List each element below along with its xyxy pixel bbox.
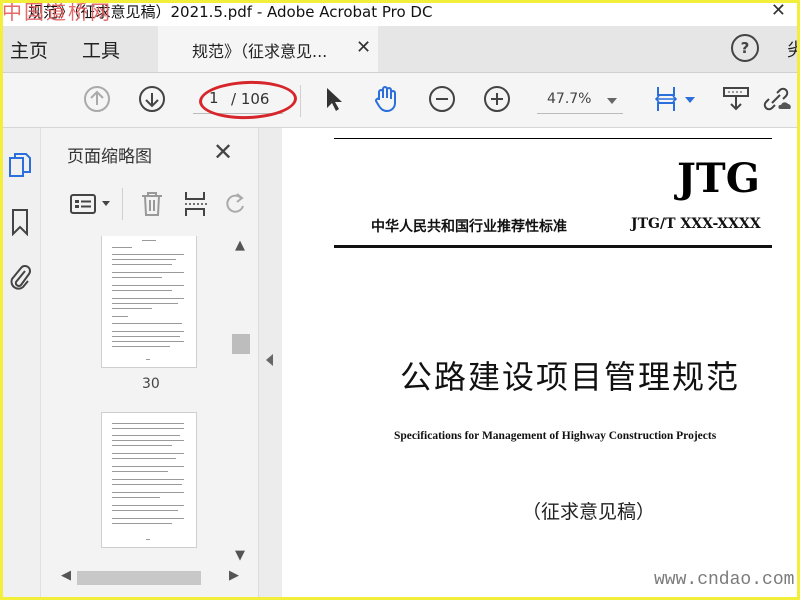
standard-line: 中华人民共和国行业推荐性标准 xyxy=(371,219,567,235)
bookmark-icon[interactable] xyxy=(10,208,30,236)
panel-close-button[interactable]: ✕ xyxy=(213,138,233,166)
document-tab-label: 规范》（征求意见... xyxy=(192,42,328,61)
scrollbar-thumb[interactable] xyxy=(232,334,250,354)
help-button[interactable]: ? xyxy=(731,34,759,62)
thumbnail-options-icon[interactable] xyxy=(69,192,97,216)
toolbar-divider xyxy=(300,85,301,117)
thumbnail-page[interactable] xyxy=(101,412,197,548)
scroll-mode-icon[interactable] xyxy=(720,83,752,115)
watermark-top: 中国道桥网 xyxy=(2,0,112,24)
zoom-select[interactable]: 47.7% xyxy=(537,87,623,114)
thumbnail-page[interactable] xyxy=(101,236,197,368)
header-rule-top xyxy=(334,138,772,139)
prev-page-icon[interactable] xyxy=(81,83,113,115)
document-title-en: Specifications for Management of Highway… xyxy=(394,430,717,442)
thumbnails-panel: 页面缩略图 ✕ 30 ▲ ▼ ◀ ▶ xyxy=(41,128,258,600)
fit-page-icon[interactable] xyxy=(652,83,684,115)
panel-toolbar xyxy=(59,186,244,226)
scroll-down-icon[interactable]: ▼ xyxy=(235,548,245,563)
draft-label: （征求意见稿） xyxy=(522,501,656,523)
window-close-button[interactable]: ✕ xyxy=(771,0,786,21)
standard-code: JTG/T XXX-XXXX xyxy=(631,216,761,232)
scroll-right-icon[interactable]: ▶ xyxy=(229,568,239,583)
thumbnail-vertical-scrollbar[interactable]: ▲ ▼ xyxy=(231,236,251,566)
chevron-down-icon xyxy=(607,98,617,104)
select-cursor-icon[interactable] xyxy=(318,83,350,115)
pages-icon[interactable] xyxy=(8,152,32,180)
zoom-out-icon[interactable] xyxy=(426,83,458,115)
toolbar: 1 / 106 47.7% xyxy=(0,73,800,128)
thumbnail-page-number: 30 xyxy=(142,376,160,392)
title-bar: 规范》（征求意见稿）2021.5.pdf - Adobe Acrobat Pro… xyxy=(0,0,800,24)
watermark-bottom-right: www.cndao.com xyxy=(654,570,795,590)
panel-title: 页面缩略图 xyxy=(67,147,152,167)
header-rule-bottom xyxy=(334,245,772,248)
link-share-icon[interactable] xyxy=(760,83,792,115)
panel-collapse-handle[interactable] xyxy=(258,128,283,600)
zoom-in-icon[interactable] xyxy=(481,83,513,115)
left-rail xyxy=(0,128,41,600)
rotate-icon[interactable] xyxy=(223,190,247,218)
thumbnail-horizontal-scrollbar[interactable]: ◀ ▶ xyxy=(59,568,249,588)
attachment-icon[interactable] xyxy=(8,262,32,292)
zoom-value: 47.7% xyxy=(547,91,592,107)
thumbnail-list: 30 xyxy=(59,236,231,566)
options-dropdown-icon[interactable] xyxy=(101,200,111,208)
insert-page-icon[interactable] xyxy=(183,190,209,218)
panel-toolbar-divider xyxy=(122,188,123,220)
hand-tool-icon[interactable] xyxy=(370,83,402,115)
delete-icon[interactable] xyxy=(139,190,165,218)
document-tab[interactable]: 规范》（征求意见... ✕ xyxy=(158,26,378,72)
document-title-cn: 公路建设项目管理规范 xyxy=(400,358,741,396)
menu-cut-item[interactable]: 劣 xyxy=(787,36,800,62)
menu-home[interactable]: 主页 xyxy=(10,36,48,63)
menu-tools[interactable]: 工具 xyxy=(82,36,120,63)
collapse-arrow-icon xyxy=(266,354,273,366)
menu-bar: 主页 工具 规范》（征求意见... ✕ ? 劣 xyxy=(0,26,800,73)
horizontal-scrollbar-thumb[interactable] xyxy=(77,571,201,585)
jtg-logo: JTG xyxy=(677,155,760,202)
fit-dropdown-icon[interactable] xyxy=(684,95,696,105)
scroll-up-icon[interactable]: ▲ xyxy=(235,238,245,253)
next-page-icon[interactable] xyxy=(136,83,168,115)
tab-close-button[interactable]: ✕ xyxy=(356,37,371,58)
scroll-left-icon[interactable]: ◀ xyxy=(61,568,71,583)
